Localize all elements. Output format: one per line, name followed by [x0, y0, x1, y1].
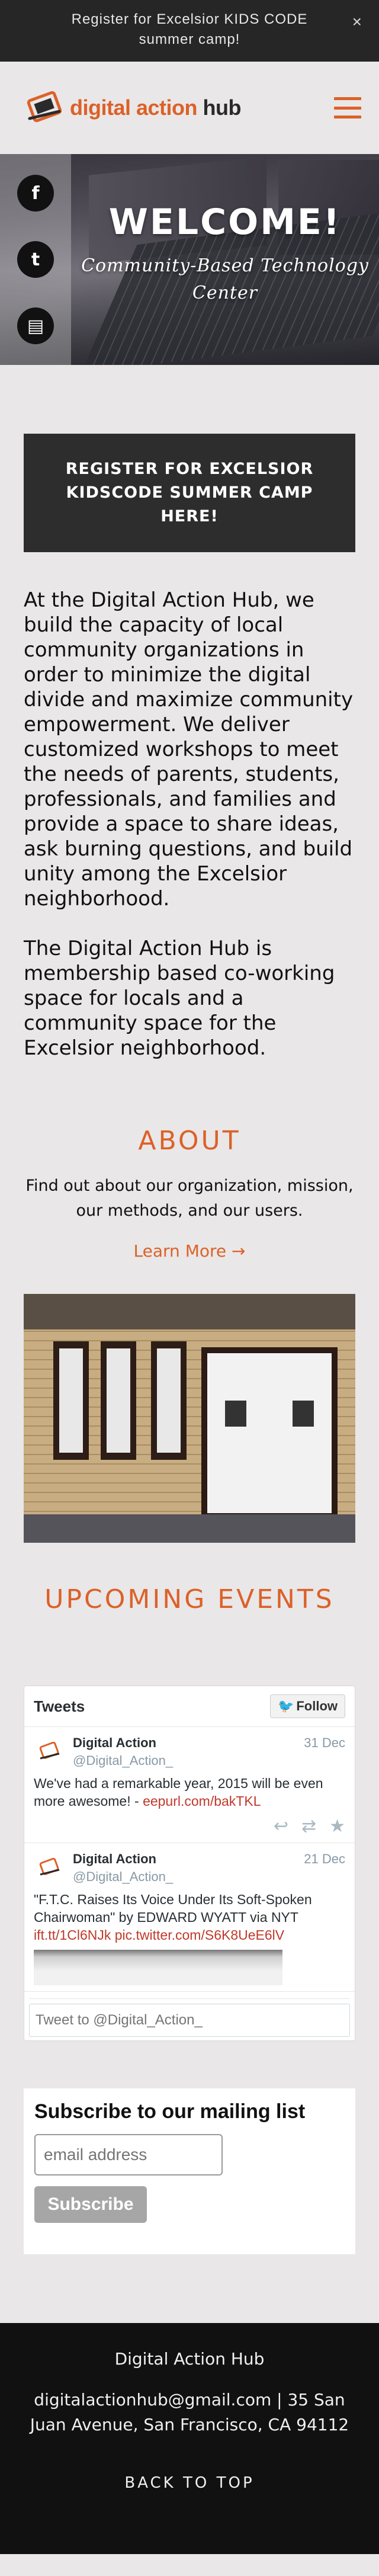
cta-section: REGISTER FOR EXCELSIOR KIDSCODE SUMMER C…	[0, 365, 379, 552]
footer-contact: digitalactionhub@gmail.com | 35 San Juan…	[30, 2390, 349, 2434]
tweet-link[interactable]: ift.tt/1Cl6NJk pic.twitter.com/S6K8UeE6l…	[34, 1927, 284, 1943]
reply-icon[interactable]: ↩	[274, 1816, 288, 1837]
mailing-list-form: Subscribe to our mailing list Subscribe	[24, 2088, 355, 2254]
tweet-photo[interactable]	[34, 1950, 282, 1985]
tweet-author-handle[interactable]: @Digital_Action_	[73, 1869, 304, 1885]
follow-label: Follow	[296, 1699, 338, 1713]
avatar[interactable]	[34, 1851, 66, 1883]
logo-text: digital action hub	[70, 95, 242, 120]
intro-section: At the Digital Action Hub, we build the …	[0, 552, 379, 1060]
follow-button[interactable]: 🐦 Follow	[269, 1694, 345, 1718]
tweet-compose-input[interactable]	[29, 2004, 350, 2037]
back-to-top-link[interactable]: BACK TO TOP	[0, 2474, 379, 2492]
intro-paragraph-1: At the Digital Action Hub, we build the …	[24, 588, 354, 911]
hamburger-menu-icon[interactable]	[334, 97, 361, 118]
register-camp-button[interactable]: REGISTER FOR EXCELSIOR KIDSCODE SUMMER C…	[24, 434, 355, 552]
building-photo	[24, 1294, 355, 1543]
social-links: f t ▤	[0, 154, 71, 365]
tweet-compose	[29, 1998, 350, 2040]
favorite-icon[interactable]: ★	[329, 1816, 345, 1837]
announcement-bar: Register for Excelsior KIDS CODE summer …	[0, 0, 379, 62]
tweet-author-name[interactable]: Digital Action	[73, 1735, 304, 1751]
tweet-actions: ↩ ⇄ ★	[34, 1816, 345, 1837]
footer-org-name: Digital Action Hub	[114, 2349, 265, 2369]
learn-more-link[interactable]: Learn More →	[134, 1241, 246, 1261]
tweet-author-name[interactable]: Digital Action	[73, 1851, 304, 1867]
email-field[interactable]	[34, 2134, 223, 2175]
about-description: Find out about our organization, mission…	[25, 1177, 354, 1220]
twitter-widget-header: Tweets 🐦 Follow	[24, 1686, 355, 1727]
tweet-date[interactable]: 31 Dec	[304, 1735, 345, 1768]
facebook-icon[interactable]: f	[17, 175, 54, 212]
tweet-link[interactable]: eepurl.com/bakTKL	[143, 1793, 261, 1809]
twitter-widget: Tweets 🐦 Follow Digital Action @Digital_A…	[24, 1686, 355, 2041]
close-icon[interactable]: ×	[352, 12, 362, 32]
tweet[interactable]: Digital Action @Digital_Action_ 21 Dec "…	[24, 1843, 355, 1992]
tweet-text: We've had a remarkable year, 2015 will b…	[34, 1776, 323, 1809]
site-header: digital action hub	[0, 62, 379, 154]
logo-word-digital-action: digital action	[70, 95, 198, 120]
site-logo[interactable]: digital action hub	[25, 88, 242, 128]
twitter-icon[interactable]: t	[17, 241, 54, 278]
mailing-list-title: Subscribe to our mailing list	[34, 2100, 306, 2123]
about-section: ABOUT Find out about our organization, m…	[0, 1060, 379, 1261]
newsletter-icon[interactable]: ▤	[17, 307, 54, 344]
hero-title: WELCOME!	[108, 201, 342, 243]
tweet[interactable]: Digital Action @Digital_Action_ 31 Dec W…	[24, 1727, 355, 1843]
announcement-text[interactable]: Register for Excelsior KIDS CODE summer …	[72, 11, 308, 47]
events-title: UPCOMING EVENTS	[44, 1584, 335, 1614]
hero-banner: f t ▤ WELCOME! Community-Based Technolog…	[0, 154, 379, 365]
tweet-author-handle[interactable]: @Digital_Action_	[73, 1753, 304, 1768]
tweet-date[interactable]: 21 Dec	[304, 1851, 345, 1885]
tweet-text: "F.T.C. Raises Its Voice Under Its Soft-…	[34, 1892, 312, 1943]
twitter-bird-icon: 🐦	[277, 1699, 294, 1713]
logo-word-hub: hub	[203, 95, 242, 120]
avatar[interactable]	[34, 1735, 66, 1767]
site-footer: Digital Action Hub digitalactionhub@gmai…	[0, 2323, 379, 2554]
intro-paragraph-2: The Digital Action Hub is membership bas…	[24, 937, 335, 1060]
events-section: UPCOMING EVENTS	[0, 1543, 379, 1614]
subscribe-button[interactable]: Subscribe	[34, 2186, 147, 2223]
twitter-widget-title: Tweets	[34, 1697, 85, 1715]
retweet-icon[interactable]: ⇄	[301, 1816, 316, 1837]
about-title: ABOUT	[138, 1126, 241, 1156]
logo-mark-icon	[27, 91, 62, 123]
hero-tagline: Community-Based Technology Center	[81, 255, 369, 303]
